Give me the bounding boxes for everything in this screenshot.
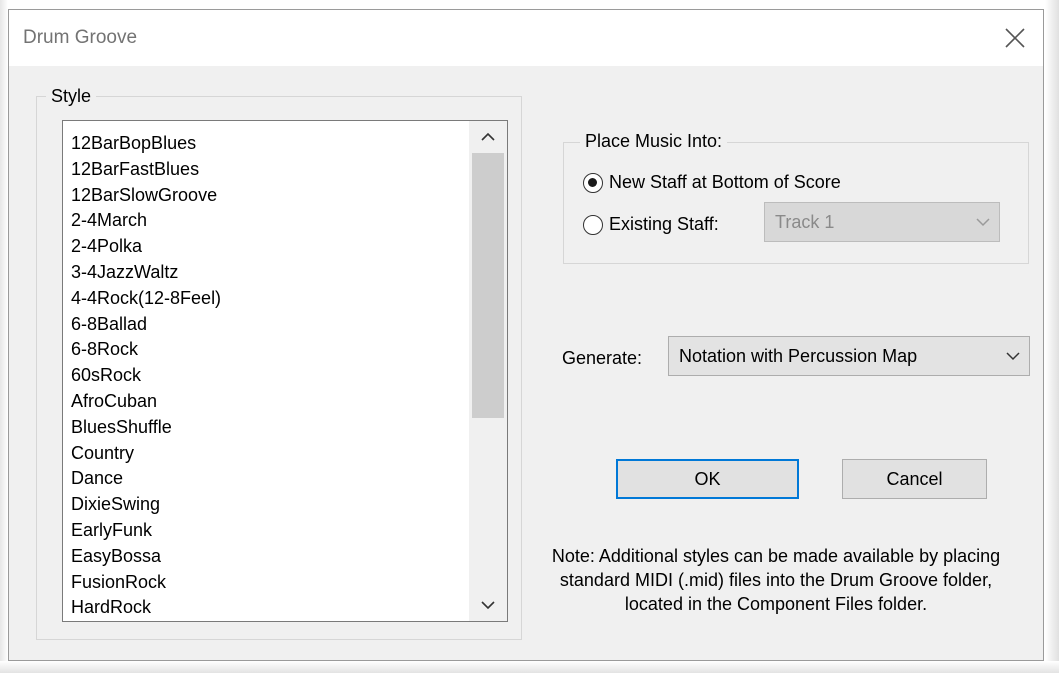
window-title: Drum Groove: [23, 27, 138, 48]
chevron-up-icon: [481, 132, 495, 141]
style-list-items: 12BarBopBlues 12BarFastBlues 12BarSlowGroo…: [63, 121, 455, 621]
style-list-item[interactable]: 12BarFastBlues: [71, 156, 199, 182]
radio-existing-staff[interactable]: Existing Staff:: [583, 214, 719, 235]
edge-shadow-bottom: [0, 661, 1059, 673]
scroll-down-button[interactable]: [469, 589, 507, 621]
style-list-item[interactable]: Country: [71, 440, 134, 466]
generate-label: Generate:: [562, 348, 643, 368]
close-icon: [1005, 28, 1025, 48]
radio-existing-staff-indicator[interactable]: [583, 214, 603, 235]
style-listbox[interactable]: 12BarBopBlues 12BarFastBlues 12BarSlowGroo…: [62, 120, 508, 622]
chevron-down-icon: [997, 351, 1029, 361]
style-list-item[interactable]: 60sRock: [71, 362, 141, 388]
chevron-down-icon: [967, 217, 999, 227]
scroll-thumb[interactable]: [472, 153, 504, 418]
style-list-item[interactable]: 12BarSlowGroove: [71, 182, 217, 208]
style-list-item[interactable]: EasyBossa: [71, 543, 161, 569]
style-list-item[interactable]: 2-4March: [71, 207, 147, 233]
ok-button[interactable]: OK: [616, 459, 799, 499]
screenshot: Drum Groove Style 12BarBopBlues 12BarFast…: [0, 0, 1059, 673]
generate-value: Notation with Percussion Map: [679, 345, 918, 366]
chevron-down-icon: [481, 601, 495, 610]
style-list-item[interactable]: Dance: [71, 465, 123, 491]
note-text: Note: Additional styles can be made avai…: [551, 546, 1001, 614]
cancel-button[interactable]: Cancel: [842, 459, 987, 499]
edge-shadow-right: [1045, 0, 1059, 673]
place-music-group-label: Place Music Into:: [580, 131, 728, 151]
style-list-item[interactable]: 6-8Ballad: [71, 311, 147, 337]
scroll-up-button[interactable]: [469, 121, 507, 153]
style-list-item[interactable]: AfroCuban: [71, 388, 157, 414]
style-list-item[interactable]: 3-4JazzWaltz: [71, 259, 178, 285]
style-list-item[interactable]: DixieSwing: [71, 491, 160, 517]
generate-dropdown[interactable]: Notation with Percussion Map: [668, 336, 1030, 376]
style-list-item[interactable]: FusionRock: [71, 569, 166, 595]
radio-new-staff-indicator[interactable]: [583, 172, 603, 193]
style-group-label: Style: [46, 86, 97, 106]
edge-shadow-left: [0, 0, 8, 673]
style-list-scrollbar[interactable]: [469, 121, 507, 621]
style-list-item[interactable]: 6-8Rock: [71, 336, 138, 362]
existing-staff-dropdown: Track 1: [764, 202, 1000, 242]
style-list-item[interactable]: 12BarBopBlues: [71, 130, 196, 156]
style-list-item[interactable]: HardRock: [71, 594, 151, 620]
style-list-item[interactable]: BluesShuffle: [71, 414, 172, 440]
style-list-item[interactable]: 2-4Polka: [71, 233, 142, 259]
title-bar: Drum Groove: [9, 10, 1043, 66]
drum-groove-dialog: Drum Groove Style 12BarBopBlues 12BarFast…: [8, 9, 1044, 661]
style-list-item[interactable]: 4-4Rock(12-8Feel): [71, 285, 221, 311]
radio-existing-staff-label: Existing Staff:: [609, 214, 719, 234]
existing-staff-value: Track 1: [775, 211, 835, 232]
style-list-item[interactable]: EarlyFunk: [71, 517, 152, 543]
close-button[interactable]: [995, 18, 1035, 58]
radio-new-staff[interactable]: New Staff at Bottom of Score: [583, 172, 841, 193]
radio-new-staff-label: New Staff at Bottom of Score: [609, 172, 841, 192]
